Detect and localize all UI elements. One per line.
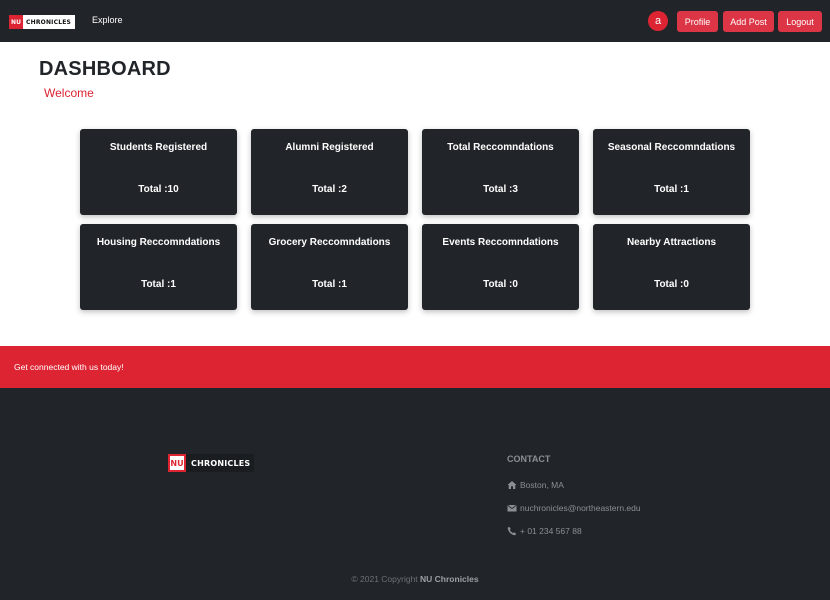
card-total: Total :1 — [312, 279, 347, 290]
phone-icon — [507, 526, 517, 536]
logout-button[interactable]: Logout — [778, 11, 822, 32]
home-icon — [507, 480, 517, 490]
card-title: Housing Reccomndations — [96, 237, 221, 248]
brand-name: CHRONICLES — [26, 18, 72, 26]
stat-card-total-recommendations: Total Reccomndations Total :3 — [422, 129, 579, 215]
welcome-text: Welcome — [44, 86, 94, 100]
card-title: Events Reccomndations — [442, 237, 559, 248]
footer-brand-name: CHRONICLES — [191, 458, 251, 468]
copyright-name: NU Chronicles — [420, 574, 479, 584]
stat-card-alumni: Alumni Registered Total :2 — [251, 129, 408, 215]
phone-text: + 01 234 567 88 — [520, 526, 582, 536]
card-total: Total :0 — [654, 279, 689, 290]
address-text: Boston, MA — [520, 480, 564, 490]
nav-link-explore[interactable]: Explore — [92, 15, 123, 25]
stat-card-grocery: Grocery Reccomndations Total :1 — [251, 224, 408, 310]
brand-badge: NU — [9, 15, 23, 29]
card-title: Grocery Reccomndations — [268, 237, 391, 248]
card-total: Total :10 — [138, 184, 179, 195]
brand-logo[interactable]: NU CHRONICLES — [9, 15, 76, 29]
contact-heading: CONTACT — [507, 454, 551, 464]
navbar: NU CHRONICLES Explore a Profile Add Post… — [0, 0, 830, 42]
contact-address: Boston, MA — [507, 480, 564, 490]
stat-card-seasonal: Seasonal Reccomndations Total :1 — [593, 129, 750, 215]
envelope-icon — [507, 503, 517, 513]
email-text[interactable]: nuchronicles@northeastern.edu — [520, 503, 641, 513]
footer-brand-badge: NU — [168, 454, 186, 472]
card-total: Total :1 — [141, 279, 176, 290]
profile-button[interactable]: Profile — [677, 11, 718, 32]
avatar[interactable]: a — [648, 11, 668, 31]
add-post-button[interactable]: Add Post — [723, 11, 774, 32]
stat-card-events: Events Reccomndations Total :0 — [422, 224, 579, 310]
contact-email: nuchronicles@northeastern.edu — [507, 503, 641, 513]
card-total: Total :1 — [654, 184, 689, 195]
card-title: Total Reccomndations — [447, 142, 554, 153]
card-title: Students Registered — [109, 142, 208, 153]
cta-text: Get connected with us today! — [14, 362, 124, 372]
copyright: © 2021 Copyright NU Chronicles — [0, 574, 830, 584]
footer: NU CHRONICLES CONTACT Boston, MA nuchron… — [0, 388, 830, 600]
contact-phone: + 01 234 567 88 — [507, 526, 582, 536]
card-total: Total :3 — [483, 184, 518, 195]
card-title: Seasonal Reccomndations — [607, 142, 736, 153]
page-title: DASHBOARD — [39, 58, 171, 80]
card-title: Nearby Attractions — [626, 237, 717, 248]
card-title: Alumni Registered — [285, 142, 374, 153]
card-total: Total :2 — [312, 184, 347, 195]
footer-brand-logo[interactable]: NU CHRONICLES — [168, 454, 255, 472]
copyright-prefix: © 2021 Copyright — [351, 574, 421, 584]
cta-banner: Get connected with us today! — [0, 346, 830, 388]
stat-card-students: Students Registered Total :10 — [80, 129, 237, 215]
stat-card-housing: Housing Reccomndations Total :1 — [80, 224, 237, 310]
card-total: Total :0 — [483, 279, 518, 290]
stat-card-nearby-attractions: Nearby Attractions Total :0 — [593, 224, 750, 310]
